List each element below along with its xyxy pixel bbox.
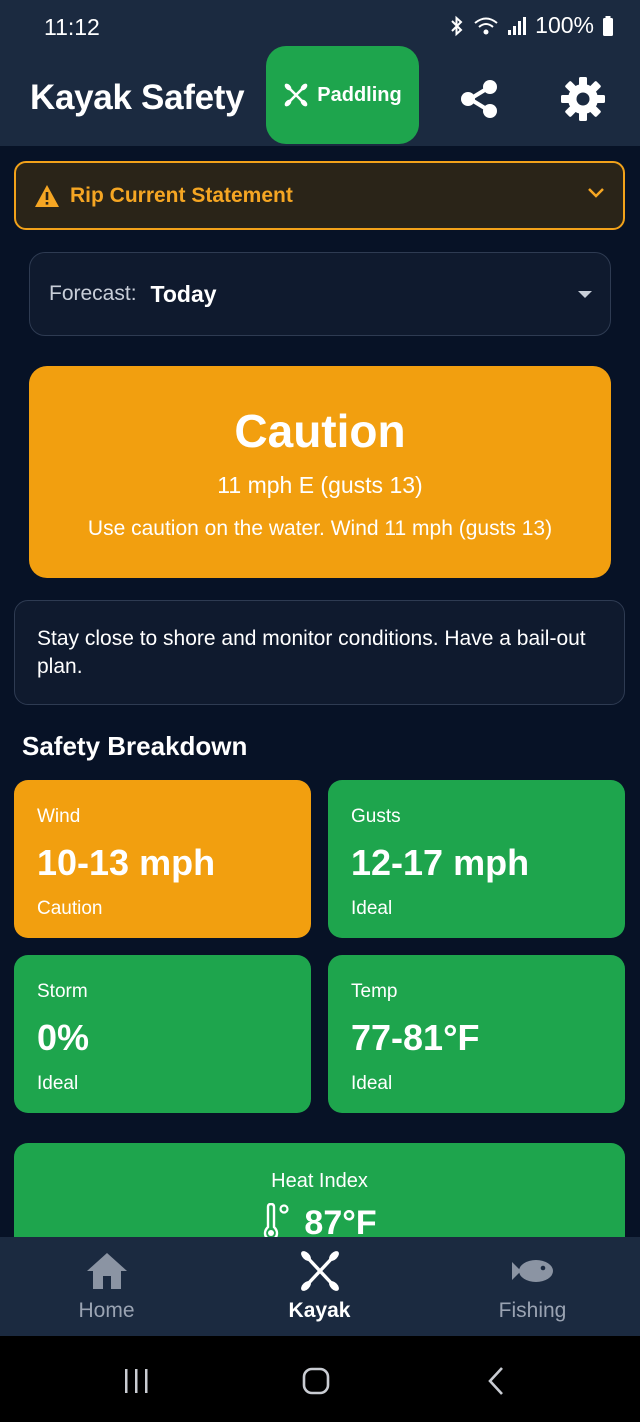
app-bar: Kayak Safety Paddling (0, 46, 640, 146)
warning-icon (35, 184, 59, 207)
forecast-label: Forecast: (49, 282, 137, 305)
advice-card: Stay close to shore and monitor conditio… (14, 600, 625, 705)
status-bar: 11:12 100% (0, 0, 640, 52)
temp-tile: Temp 77-81°F Ideal (328, 955, 625, 1113)
app-title: Kayak Safety (30, 78, 245, 117)
kayak-paddle-icon (300, 1251, 339, 1291)
gear-icon (561, 77, 605, 121)
paddling-mode-button[interactable]: Paddling (266, 46, 419, 144)
settings-button[interactable] (560, 76, 606, 122)
dropdown-caret-icon (578, 291, 592, 298)
status-title: Caution (234, 405, 406, 457)
battery-icon (603, 15, 613, 36)
rip-current-alert[interactable]: Rip Current Statement (14, 161, 625, 230)
share-button[interactable] (458, 78, 500, 120)
wifi-icon (474, 17, 498, 34)
tile-status: Caution (37, 898, 103, 919)
safety-breakdown-title: Safety Breakdown (22, 731, 248, 761)
status-indicators: 100% (449, 12, 614, 39)
wind-tile: Wind 10-13 mph Caution (14, 780, 311, 938)
nav-fishing[interactable]: Fishing (426, 1237, 639, 1336)
nav-home[interactable]: Home (0, 1237, 213, 1336)
safety-status-card: Caution 11 mph E (gusts 13) Use caution … (29, 366, 611, 578)
share-icon (461, 80, 497, 118)
nav-kayak-label: Kayak (288, 1299, 351, 1322)
tile-label: Storm (37, 981, 88, 1002)
storm-tile: Storm 0% Ideal (14, 955, 311, 1113)
battery-percent: 100% (535, 12, 594, 38)
tile-label: Gusts (351, 806, 401, 827)
status-message: Use caution on the water. Wind 11 mph (g… (87, 517, 553, 540)
gusts-tile: Gusts 12-17 mph Ideal (328, 780, 625, 938)
home-icon (86, 1253, 127, 1289)
tile-status: Ideal (351, 1073, 393, 1094)
nav-fishing-label: Fishing (498, 1299, 567, 1322)
recent-apps-icon[interactable] (122, 1368, 152, 1394)
tile-value: 77-81°F (351, 1017, 480, 1058)
home-system-icon[interactable] (302, 1367, 330, 1395)
tile-value: 0% (37, 1017, 90, 1058)
heat-index-label: Heat Index (271, 1170, 368, 1192)
bluetooth-icon (451, 15, 463, 36)
status-time: 11:12 (44, 14, 100, 40)
chevron-down-icon (588, 188, 604, 198)
system-navigation-bar (0, 1336, 640, 1422)
signal-icon (508, 16, 527, 35)
back-icon[interactable] (486, 1366, 508, 1396)
tile-value: 12-17 mph (351, 842, 530, 883)
tile-status: Ideal (351, 898, 393, 919)
tile-status: Ideal (37, 1073, 79, 1094)
tile-value: 10-13 mph (37, 842, 216, 883)
bottom-navigation: Home Kayak Fishing (0, 1237, 640, 1336)
forecast-value: Today (150, 280, 217, 307)
alert-label: Rip Current Statement (70, 183, 293, 207)
tile-label: Temp (351, 981, 398, 1002)
mode-label: Paddling (317, 83, 402, 106)
forecast-select[interactable]: Forecast: Today (29, 252, 611, 336)
kayak-paddle-icon (284, 83, 308, 107)
fish-icon (511, 1260, 553, 1282)
nav-kayak[interactable]: Kayak (213, 1237, 426, 1336)
nav-home-label: Home (78, 1299, 135, 1322)
status-wind: 11 mph E (gusts 13) (217, 472, 423, 498)
tile-label: Wind (37, 806, 81, 827)
